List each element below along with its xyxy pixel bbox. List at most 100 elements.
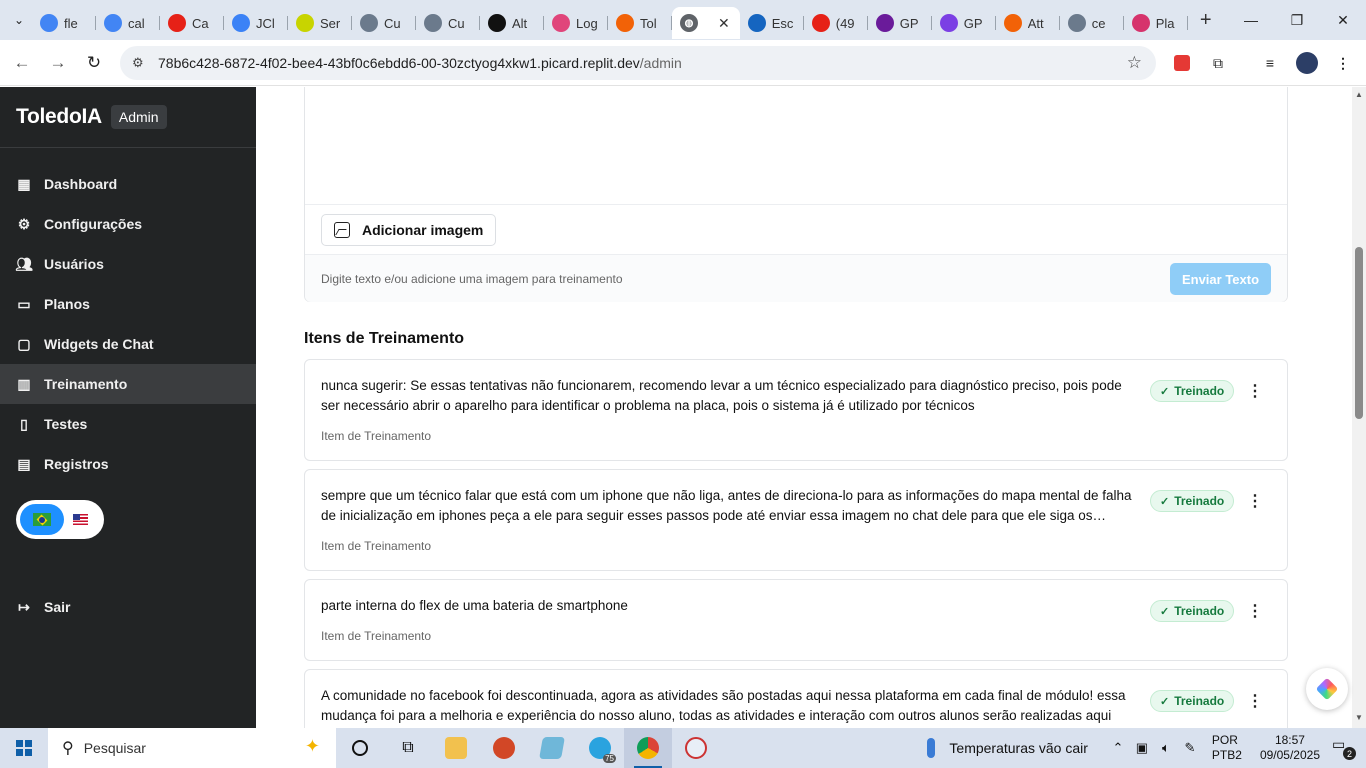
site-settings-icon[interactable]: ⚙ bbox=[132, 55, 150, 71]
browser-menu-icon[interactable]: ⋮ bbox=[1331, 51, 1355, 75]
new-tab-plus-icon[interactable]: + bbox=[1192, 6, 1220, 34]
sidebar-item-usu-rios[interactable]: 👥︎ Usuários bbox=[0, 244, 256, 284]
powerpoint-icon[interactable] bbox=[480, 728, 528, 768]
sidebar-item-treinamento[interactable]: ▥ Treinamento bbox=[0, 364, 256, 404]
bookmark-star-icon[interactable]: ☆ bbox=[1127, 53, 1142, 73]
cortana-icon[interactable] bbox=[336, 728, 384, 768]
tray-chevron-up-icon[interactable]: ⌃ bbox=[1106, 740, 1130, 756]
w-site-icon bbox=[232, 14, 250, 32]
brazil-flag-option[interactable] bbox=[20, 504, 64, 535]
browser-tab[interactable]: JCl bbox=[224, 7, 288, 39]
browser-tab[interactable]: (49 bbox=[804, 7, 868, 39]
page-scrollbar[interactable]: ▲ ▼ bbox=[1352, 87, 1366, 728]
meet-camera-icon[interactable]: ▣ bbox=[1130, 740, 1154, 756]
scroll-up-arrow-icon[interactable]: ▲ bbox=[1355, 90, 1363, 99]
search-icon: ⚲ bbox=[62, 740, 74, 757]
close-window-icon[interactable]: ✕ bbox=[1320, 0, 1366, 40]
heart-site-icon bbox=[552, 14, 570, 32]
tab-title: ce bbox=[1091, 15, 1106, 31]
sidebar-item-label: Registros bbox=[44, 456, 109, 472]
sidebar-item-dashboard[interactable]: ▦ Dashboard bbox=[0, 164, 256, 204]
more-options-icon[interactable]: ⋮ bbox=[1247, 492, 1263, 510]
sidebar-item-testes[interactable]: ▯ Testes bbox=[0, 404, 256, 444]
restore-icon[interactable]: ❐ bbox=[1274, 0, 1320, 40]
back-arrow-icon[interactable]: ← bbox=[4, 45, 40, 81]
input-language[interactable]: POR PTB2 bbox=[1212, 733, 1242, 763]
pen-icon[interactable]: ✎ bbox=[1178, 740, 1202, 756]
google-icon bbox=[104, 14, 122, 32]
browser-toolbar: ← → ↻ ⚙ 78b6c428-6872-4f02-bee4-43bf0c6e… bbox=[0, 40, 1366, 86]
taskbar-search-placeholder: Pesquisar bbox=[83, 740, 146, 756]
minimize-icon[interactable]: — bbox=[1228, 0, 1274, 40]
sidebar-item-registros[interactable]: ▤ Registros bbox=[0, 444, 256, 484]
task-view-icon[interactable]: ⧉ bbox=[384, 728, 432, 768]
globe-site-icon bbox=[1067, 14, 1086, 32]
weather-widget[interactable]: Temperaturas vão cair bbox=[927, 738, 1088, 758]
more-options-icon[interactable]: ⋮ bbox=[1247, 602, 1263, 620]
volume-icon[interactable]: 🔈︎ bbox=[1154, 740, 1178, 756]
profile-avatar[interactable] bbox=[1295, 51, 1319, 75]
logout-button[interactable]: ↦ Sair bbox=[0, 587, 256, 627]
sidebar-item-widgets-de-chat[interactable]: ▢ Widgets de Chat bbox=[0, 324, 256, 364]
browser-tab[interactable]: Tol bbox=[608, 7, 672, 39]
scroll-down-arrow-icon[interactable]: ▼ bbox=[1355, 713, 1363, 722]
training-items-title: Itens de Treinamento bbox=[304, 330, 465, 347]
sidebar-item-planos[interactable]: ▭ Planos bbox=[0, 284, 256, 324]
browser-tab[interactable]: Ca bbox=[160, 7, 224, 39]
tab-search-chevron-icon[interactable]: ⌄ bbox=[6, 7, 32, 33]
extensions-puzzle-icon[interactable]: ⧉ bbox=[1206, 51, 1230, 75]
file-explorer-icon[interactable] bbox=[432, 728, 480, 768]
floating-assistant-button[interactable] bbox=[1306, 668, 1348, 710]
taskbar: ⚲ Pesquisar ✦ ⧉ 75 Temperaturas vão cair… bbox=[0, 728, 1366, 768]
browser-tab[interactable]: Esc bbox=[740, 7, 804, 39]
tab-title: Alt bbox=[512, 15, 528, 31]
media-control-icon[interactable]: ≡ bbox=[1258, 51, 1282, 75]
send-text-button[interactable]: Enviar Texto bbox=[1170, 263, 1271, 295]
weather-text: Temperaturas vão cair bbox=[949, 740, 1088, 756]
check-icon: ✓ bbox=[1160, 385, 1170, 398]
forward-arrow-icon[interactable]: → bbox=[40, 45, 76, 81]
telegram-icon[interactable]: 75 bbox=[576, 728, 624, 768]
extension-red-icon[interactable] bbox=[1170, 51, 1194, 75]
browser-tab[interactable]: Alt bbox=[480, 7, 544, 39]
browser-tab[interactable]: Log bbox=[544, 7, 608, 39]
training-item-text: sempre que um técnico falar que está com… bbox=[321, 488, 1132, 523]
language-toggle[interactable] bbox=[16, 500, 104, 539]
scroll-thumb[interactable] bbox=[1355, 247, 1363, 419]
tab-title: Cu bbox=[448, 15, 465, 31]
globe-site-icon bbox=[424, 14, 442, 32]
more-options-icon[interactable]: ⋮ bbox=[1247, 382, 1263, 400]
tab-title: Tol bbox=[640, 15, 657, 31]
globe-site-icon bbox=[360, 14, 378, 32]
browser-tab[interactable]: GP bbox=[932, 7, 996, 39]
address-bar[interactable]: ⚙ 78b6c428-6872-4f02-bee4-43bf0c6ebdd6-0… bbox=[120, 46, 1156, 80]
browser-tab[interactable]: fle bbox=[32, 7, 96, 39]
tab-active[interactable]: ◍ ✕ bbox=[672, 7, 740, 39]
us-flag-icon[interactable] bbox=[73, 514, 88, 525]
sidebar: ToledoIA Admin ▦ Dashboard ⚙ Configurações 👥… bbox=[0, 87, 256, 728]
start-button[interactable] bbox=[0, 728, 48, 768]
bot-site-icon bbox=[939, 14, 958, 32]
browser-tab[interactable]: GP bbox=[868, 7, 932, 39]
browser-tab[interactable]: Cu bbox=[352, 7, 416, 39]
training-text-area[interactable] bbox=[305, 87, 1287, 205]
tab-title: Ser bbox=[320, 15, 341, 31]
browser-tab[interactable]: Ser bbox=[288, 7, 352, 39]
sidebar-item-configura-es[interactable]: ⚙ Configurações bbox=[0, 204, 256, 244]
browser-tab[interactable]: Pla bbox=[1124, 7, 1188, 39]
notification-center-icon[interactable]: ▭ 2 bbox=[1332, 736, 1358, 760]
chrome-icon[interactable] bbox=[624, 728, 672, 768]
reload-icon[interactable]: ↻ bbox=[76, 45, 112, 81]
browser-tab[interactable]: Cu bbox=[416, 7, 480, 39]
browser-tab[interactable]: ce bbox=[1060, 7, 1124, 39]
clock[interactable]: 18:57 09/05/2025 bbox=[1260, 733, 1320, 763]
sidebar-item-label: Configurações bbox=[44, 216, 143, 232]
browser-tab[interactable]: Att bbox=[996, 7, 1060, 39]
taskbar-search[interactable]: ⚲ Pesquisar ✦ bbox=[48, 728, 336, 768]
add-image-button[interactable]: Adicionar imagem bbox=[321, 214, 497, 246]
tab-close-icon[interactable]: ✕ bbox=[718, 15, 730, 32]
more-options-icon[interactable]: ⋮ bbox=[1247, 692, 1263, 710]
notebook-app-icon[interactable] bbox=[528, 728, 576, 768]
paint-icon[interactable] bbox=[672, 728, 720, 768]
browser-tab[interactable]: cal bbox=[96, 7, 160, 39]
